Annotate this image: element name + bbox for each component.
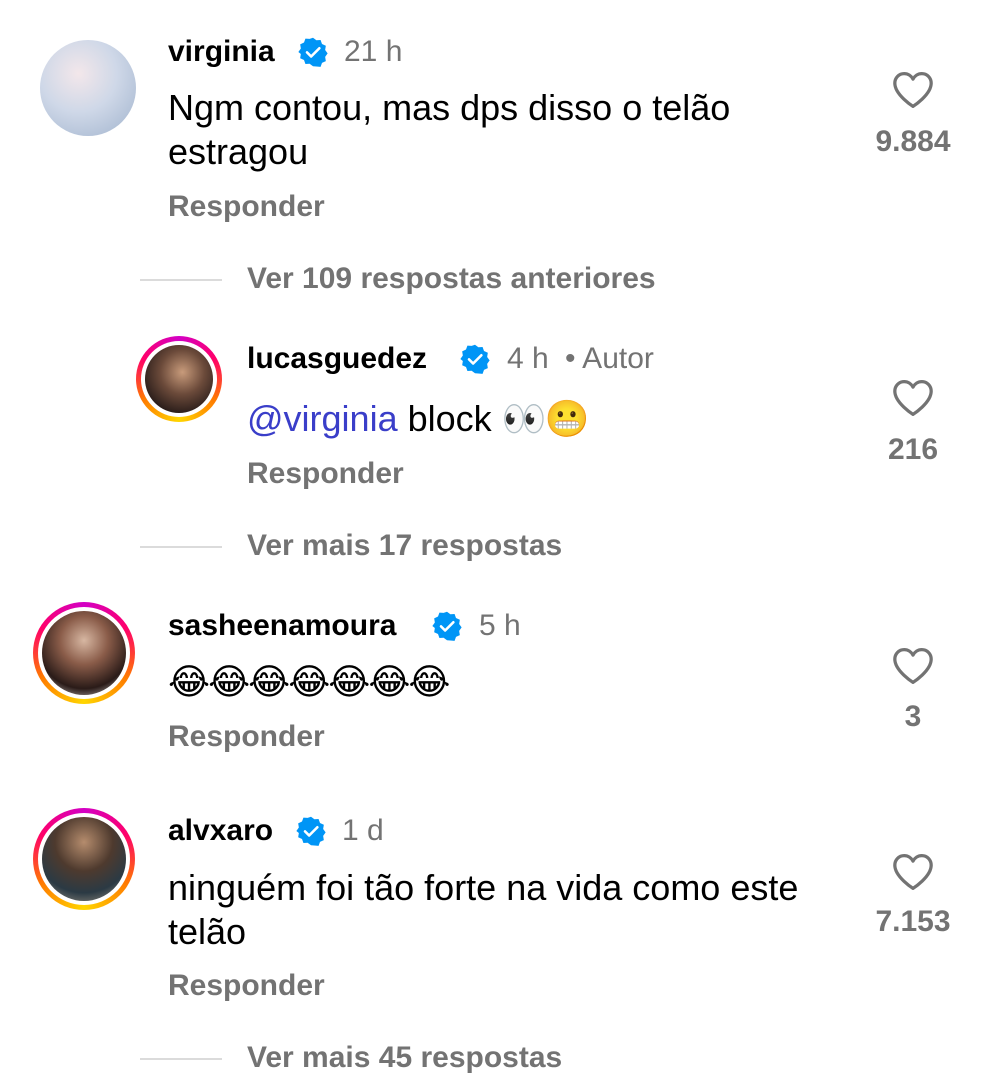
comment-text: @virginia block 👀😬 — [247, 397, 847, 441]
heart-icon[interactable] — [891, 70, 935, 110]
mention-link[interactable]: @virginia — [247, 398, 398, 439]
verified-badge-icon — [298, 37, 328, 67]
username-lucasguedez[interactable]: lucasguedez — [247, 341, 427, 377]
like-count: 3 — [904, 700, 922, 733]
reply-button[interactable]: Responder — [247, 456, 404, 492]
comment-time: 1 d — [342, 814, 384, 847]
comment-emojis: 😂😂😂😂😂😂😂 — [168, 661, 450, 702]
username-alvxaro[interactable]: alvxaro — [168, 813, 273, 849]
heart-icon[interactable] — [891, 852, 935, 892]
comment-text: Ngm contou, mas dps disso o telão estrag… — [168, 87, 731, 172]
avatar-lucasguedez[interactable] — [136, 336, 222, 422]
view-more-replies-button[interactable]: Ver mais 17 respostas — [247, 528, 562, 564]
verified-badge-icon — [296, 816, 326, 846]
like-count: 9.884 — [875, 125, 951, 158]
username-sasheenamoura[interactable]: sasheenamoura — [168, 608, 396, 644]
view-more-replies-button[interactable]: Ver mais 45 respostas — [247, 1040, 562, 1076]
comment-time: 4 h — [507, 342, 549, 375]
reply-button[interactable]: Responder — [168, 719, 325, 755]
comment-body: block — [407, 398, 492, 439]
heart-icon[interactable] — [891, 646, 935, 686]
author-badge: • Autor — [565, 342, 654, 375]
comment-time: 5 h — [479, 609, 521, 642]
comment-text: 😂😂😂😂😂😂😂 — [168, 660, 848, 704]
like-count: 216 — [887, 433, 939, 466]
avatar-sasheenamoura[interactable] — [33, 602, 135, 704]
avatar-alvxaro[interactable] — [33, 808, 135, 910]
heart-icon[interactable] — [891, 378, 935, 418]
comment-text: ninguém foi tão forte na vida como este … — [168, 867, 799, 952]
verified-badge-icon — [432, 611, 462, 641]
thread-line — [140, 1058, 222, 1060]
thread-line — [140, 279, 222, 281]
comment-time: 21 h — [344, 35, 403, 68]
username-virginia[interactable]: virginia — [168, 34, 275, 70]
verified-badge-icon — [460, 344, 490, 374]
reply-button[interactable]: Responder — [168, 968, 325, 1004]
thread-line — [140, 546, 222, 548]
reply-button[interactable]: Responder — [168, 189, 325, 225]
comment-emojis: 👀😬 — [501, 398, 590, 439]
view-previous-replies-button[interactable]: Ver 109 respostas anteriores — [247, 261, 656, 297]
avatar-virginia[interactable] — [40, 40, 136, 136]
like-count: 7.153 — [875, 905, 951, 938]
